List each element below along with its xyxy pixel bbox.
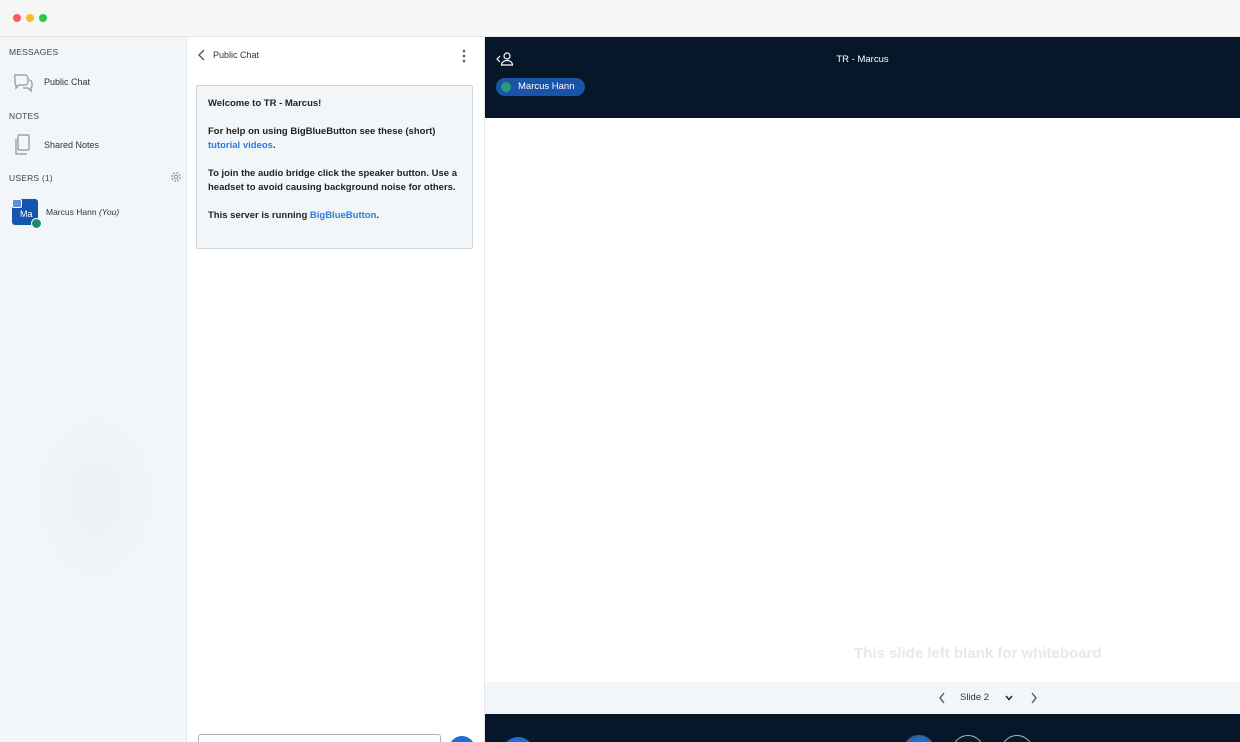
close-window-button[interactable] — [13, 14, 21, 22]
share-webcam-button[interactable] — [1001, 735, 1033, 742]
send-message-button[interactable] — [449, 736, 475, 742]
welcome-message: Welcome to TR - Marcus! For help on usin… — [196, 85, 473, 249]
bigbluebutton-link[interactable]: BigBlueButton — [310, 210, 377, 221]
help-period: . — [272, 140, 276, 151]
chat-message-input[interactable] — [198, 734, 441, 742]
user-name: Marcus Hann (You) — [46, 207, 119, 217]
chevron-left-icon[interactable] — [937, 691, 947, 705]
shared-notes-label: Shared Notes — [44, 140, 100, 150]
left-sidebar: MESSAGES Public Chat NOTES Shared Notes … — [0, 37, 187, 742]
more-vertical-icon[interactable] — [460, 48, 468, 64]
presentation-area: TR - Marcus Marcus Hann This slide left … — [485, 37, 1240, 742]
sidebar-item-public-chat[interactable]: Public Chat — [10, 68, 182, 98]
sidebar-item-shared-notes[interactable]: Shared Notes — [10, 131, 182, 161]
notes-section-title: NOTES — [9, 111, 40, 121]
slide-select[interactable]: Slide 2 — [960, 692, 989, 703]
mic-icon — [501, 82, 511, 92]
presenter-badge-icon — [12, 199, 22, 208]
tutorial-videos-link[interactable]: tutorial videos — [208, 140, 273, 151]
bottom-action-bar — [485, 714, 1240, 742]
mic-status-icon — [31, 218, 42, 229]
audio-bridge-line: To join the audio bridge click the speak… — [208, 168, 457, 193]
server-text: This server is running — [208, 210, 310, 221]
chat-panel: Public Chat Welcome to TR - Marcus! For … — [188, 37, 485, 742]
welcome-line: Welcome to TR - Marcus! — [208, 98, 322, 109]
user-list-item[interactable]: Ma Marcus Hann (You) — [10, 197, 182, 229]
help-text: For help on using BigBlueButton see thes… — [208, 126, 436, 137]
presentation-top-bar: TR - Marcus Marcus Hann — [485, 37, 1240, 118]
help-line: For help on using BigBlueButton see thes… — [208, 125, 461, 153]
avatar-initials: Ma — [20, 209, 33, 219]
server-period: . — [376, 210, 380, 221]
server-line: This server is running BigBlueButton. — [208, 209, 461, 223]
mute-button[interactable] — [903, 735, 935, 742]
user-you-tag: (You) — [98, 207, 120, 217]
chat-title[interactable]: Public Chat — [213, 50, 259, 60]
talking-indicator[interactable]: Marcus Hann — [496, 78, 585, 96]
users-section-title: USERS (1) — [9, 173, 53, 183]
chevron-down-icon[interactable] — [1004, 693, 1014, 703]
chevron-left-icon[interactable] — [196, 48, 208, 62]
leave-audio-button[interactable] — [952, 735, 984, 742]
chat-bubbles-icon — [14, 74, 33, 93]
actions-plus-button[interactable] — [502, 737, 534, 742]
window-titlebar — [0, 0, 1240, 37]
messages-section-title: MESSAGES — [9, 47, 59, 57]
minimize-window-button[interactable] — [26, 14, 34, 22]
meeting-title: TR - Marcus — [836, 54, 889, 65]
slide-navigation-bar: Slide 2 — [485, 682, 1240, 714]
user-name-text: Marcus Hann — [46, 207, 97, 217]
chevron-right-icon[interactable] — [1029, 691, 1039, 705]
gear-icon[interactable] — [169, 170, 183, 184]
public-chat-label: Public Chat — [44, 77, 91, 87]
slide-caption-text: This slide left blank for whiteboard — [854, 645, 1102, 662]
chat-header: Public Chat — [188, 37, 485, 75]
sidebar-background-glow — [30, 407, 160, 587]
maximize-window-button[interactable] — [39, 14, 47, 22]
talker-name: Marcus Hann — [518, 81, 575, 92]
document-pages-icon — [15, 134, 30, 155]
avatar: Ma — [12, 199, 42, 229]
